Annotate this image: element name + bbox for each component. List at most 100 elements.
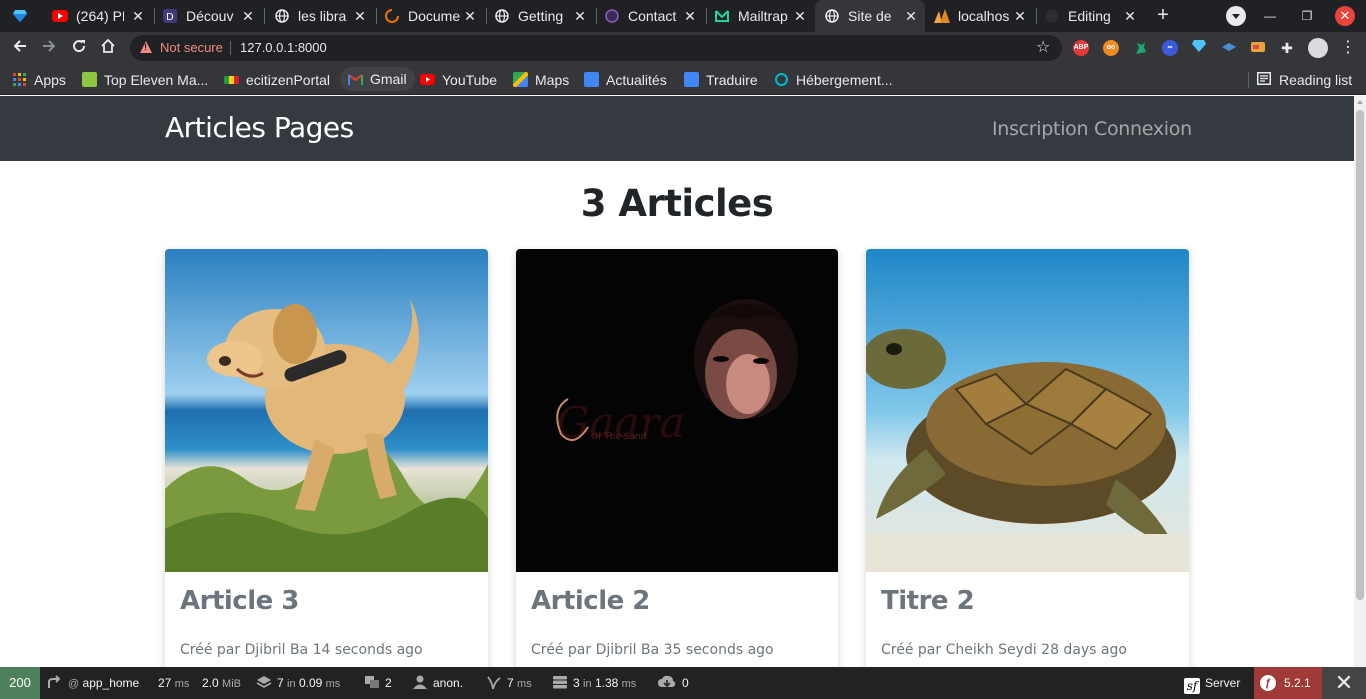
bird-icon[interactable]: [1221, 40, 1237, 56]
bookmark-apps[interactable]: Apps: [13, 70, 66, 89]
security-status[interactable]: Not secure: [160, 40, 223, 55]
youtube-icon: [420, 72, 435, 87]
home-button[interactable]: [96, 36, 120, 60]
tab-editing[interactable]: Editing ✕: [1044, 0, 1144, 32]
bookmark-hebergement[interactable]: Hébergement...: [774, 70, 893, 89]
gem-ext-icon[interactable]: [1191, 40, 1207, 56]
dino-icon[interactable]: [1133, 40, 1149, 56]
bookmark-top-eleven[interactable]: Top Eleven Ma...: [82, 70, 208, 89]
tab-site-de[interactable]: Site de l ✕: [815, 0, 925, 32]
tab-les-libraries[interactable]: les libra ✕: [274, 0, 374, 32]
article-image-dog[interactable]: [165, 249, 488, 572]
scroll-up-arrow-icon[interactable]: [1357, 100, 1363, 104]
twig-unit: ms: [517, 678, 532, 690]
reload-button[interactable]: [67, 36, 91, 60]
close-icon[interactable]: ✕: [130, 8, 146, 24]
globe-icon: [824, 8, 840, 24]
close-icon[interactable]: ✕: [1012, 8, 1028, 24]
close-icon[interactable]: ✕: [240, 8, 256, 24]
tab-search-button[interactable]: [1226, 6, 1246, 26]
new-tab-button[interactable]: +: [1153, 4, 1173, 26]
nav-inscription[interactable]: Inscription: [992, 118, 1089, 140]
article-image-turtle[interactable]: [866, 249, 1189, 572]
time-panel[interactable]: 27 ms: [158, 667, 189, 699]
close-icon[interactable]: ✕: [462, 8, 478, 24]
scrollbar-thumb[interactable]: [1356, 110, 1364, 600]
spinner-icon: [384, 8, 400, 24]
article-title[interactable]: Article 3: [180, 586, 299, 616]
abp-icon[interactable]: ABP: [1073, 40, 1089, 56]
article-image-gaara[interactable]: Gaara Of The Sand: [516, 249, 838, 572]
forms-panel[interactable]: 7 in 0.09 ms: [256, 667, 340, 699]
minimize-button[interactable]: —: [1260, 6, 1280, 26]
bookmark-maps[interactable]: Maps: [513, 70, 569, 89]
translation-panel[interactable]: 2: [364, 667, 392, 699]
tab-title: Editing: [1068, 8, 1111, 24]
address-bar[interactable]: Not secure 127.0.0.1:8000 ☆: [130, 35, 1062, 61]
article-card[interactable]: Article 3 Créé par Djibril Ba 14 seconds…: [165, 249, 488, 667]
bookmark-actualites[interactable]: Actualités: [584, 70, 667, 89]
forward-button[interactable]: [37, 36, 61, 60]
tab-localhost[interactable]: localhos ✕: [934, 0, 1034, 32]
close-icon[interactable]: ✕: [792, 8, 808, 24]
database-panel[interactable]: 3 in 1.38 ms: [552, 667, 636, 699]
bookmark-ecitizenportal[interactable]: ecitizenPortal: [224, 70, 330, 89]
avatar[interactable]: [1308, 38, 1328, 58]
nav-connexion[interactable]: Connexion: [1094, 118, 1192, 140]
route-panel[interactable]: @ app_home: [47, 667, 139, 699]
bookmark-traduire[interactable]: Traduire: [684, 70, 758, 89]
contact-icon: [604, 8, 620, 24]
close-icon[interactable]: ✕: [903, 8, 919, 24]
close-icon[interactable]: ✕: [1122, 8, 1138, 24]
tab-contact[interactable]: Contact ✕: [604, 0, 704, 32]
tab-getting-started[interactable]: Getting ✕: [494, 0, 594, 32]
tab-mailtrap[interactable]: Mailtrap ✕: [714, 0, 814, 32]
window-close-button[interactable]: ✕: [1335, 6, 1355, 26]
bookmark-label: Hébergement...: [796, 71, 893, 88]
close-icon[interactable]: ✕: [352, 8, 368, 24]
warning-icon: [140, 41, 152, 53]
link-icon[interactable]: ∞: [1162, 40, 1178, 56]
translation-icon: [364, 674, 380, 690]
restore-button[interactable]: ❐: [1297, 6, 1317, 26]
close-icon[interactable]: ✕: [572, 8, 588, 24]
symfony-logo-icon: sf: [1184, 678, 1200, 694]
bookmark-star-icon[interactable]: ☆: [1036, 37, 1050, 57]
symfony-version-icon: ƒ: [1260, 675, 1276, 691]
tab-pinned-gem[interactable]: [12, 0, 42, 32]
card-icon[interactable]: [1250, 40, 1266, 56]
bookmark-gmail[interactable]: Gmail: [340, 67, 415, 91]
tab-decouvrir[interactable]: D Découv ✕: [162, 0, 262, 32]
senegal-flag-icon: [224, 75, 239, 84]
version-panel[interactable]: ƒ 5.2.1: [1254, 667, 1322, 699]
url-text[interactable]: 127.0.0.1:8000: [240, 40, 327, 55]
time-unit: ms: [174, 678, 190, 690]
security-panel[interactable]: anon.: [412, 667, 463, 699]
toolbar-close-button[interactable]: ✕: [1322, 667, 1366, 699]
tab-youtube[interactable]: (264) PR ✕: [52, 0, 152, 32]
tab-strip: (264) PR ✕ D Découv ✕ les libra ✕ Docume…: [0, 0, 1366, 32]
article-meta: Créé par Cheikh Seydi 28 days ago: [881, 642, 1127, 658]
close-icon[interactable]: ✕: [682, 8, 698, 24]
puzzle-icon[interactable]: ✚: [1279, 40, 1295, 56]
menu-kebab-icon[interactable]: ⋮: [1340, 37, 1356, 59]
article-card[interactable]: Titre 2 Créé par Cheikh Seydi 28 days ag…: [866, 249, 1189, 667]
back-button[interactable]: [8, 36, 32, 60]
owl-icon[interactable]: oo: [1103, 40, 1119, 56]
cache-panel[interactable]: 0: [657, 667, 689, 699]
top-eleven-icon: [82, 72, 97, 87]
server-panel[interactable]: sf Server: [1184, 667, 1240, 699]
page-scrollbar[interactable]: [1354, 96, 1366, 667]
article-title[interactable]: Titre 2: [881, 586, 975, 616]
bookmark-youtube[interactable]: YouTube: [420, 70, 497, 89]
tab-documentation[interactable]: Docume ✕: [384, 0, 484, 32]
site-brand[interactable]: Articles Pages: [165, 111, 354, 144]
article-title[interactable]: Article 2: [531, 586, 650, 616]
memory-panel[interactable]: 2.0 MiB: [202, 667, 241, 699]
article-meta: Créé par Djibril Ba 14 seconds ago: [180, 642, 423, 658]
apps-grid-icon: [13, 73, 26, 86]
twig-panel[interactable]: 7 ms: [486, 667, 532, 699]
article-card[interactable]: Gaara Of The Sand Article 2 Créé par Dji…: [516, 249, 838, 667]
reading-list-button[interactable]: Reading list: [1257, 70, 1352, 89]
status-badge[interactable]: 200: [0, 667, 40, 699]
